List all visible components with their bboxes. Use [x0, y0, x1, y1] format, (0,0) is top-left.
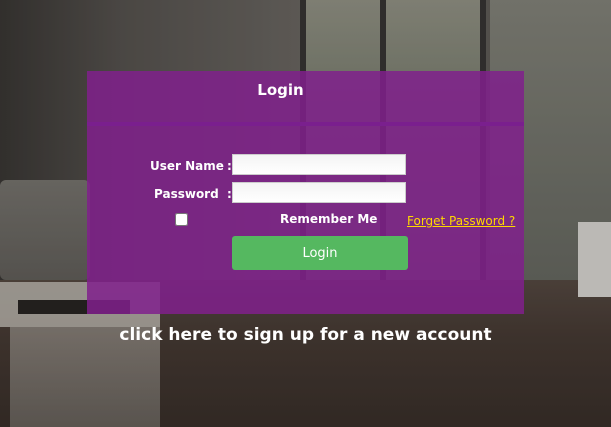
password-input[interactable] [232, 182, 406, 203]
remember-me-label: Remember Me [280, 212, 378, 226]
login-panel: Login User Name : Password : Remember Me… [87, 71, 524, 314]
login-button[interactable]: Login [232, 236, 408, 270]
divider [87, 122, 524, 126]
password-label: Password [154, 187, 219, 201]
username-input[interactable] [232, 154, 406, 175]
remember-me-checkbox[interactable] [175, 213, 188, 226]
signup-link[interactable]: click here to sign up for a new account [0, 325, 611, 345]
username-label: User Name [150, 159, 224, 173]
login-title: Login [257, 81, 304, 99]
forget-password-link[interactable]: Forget Password ? [407, 214, 515, 228]
